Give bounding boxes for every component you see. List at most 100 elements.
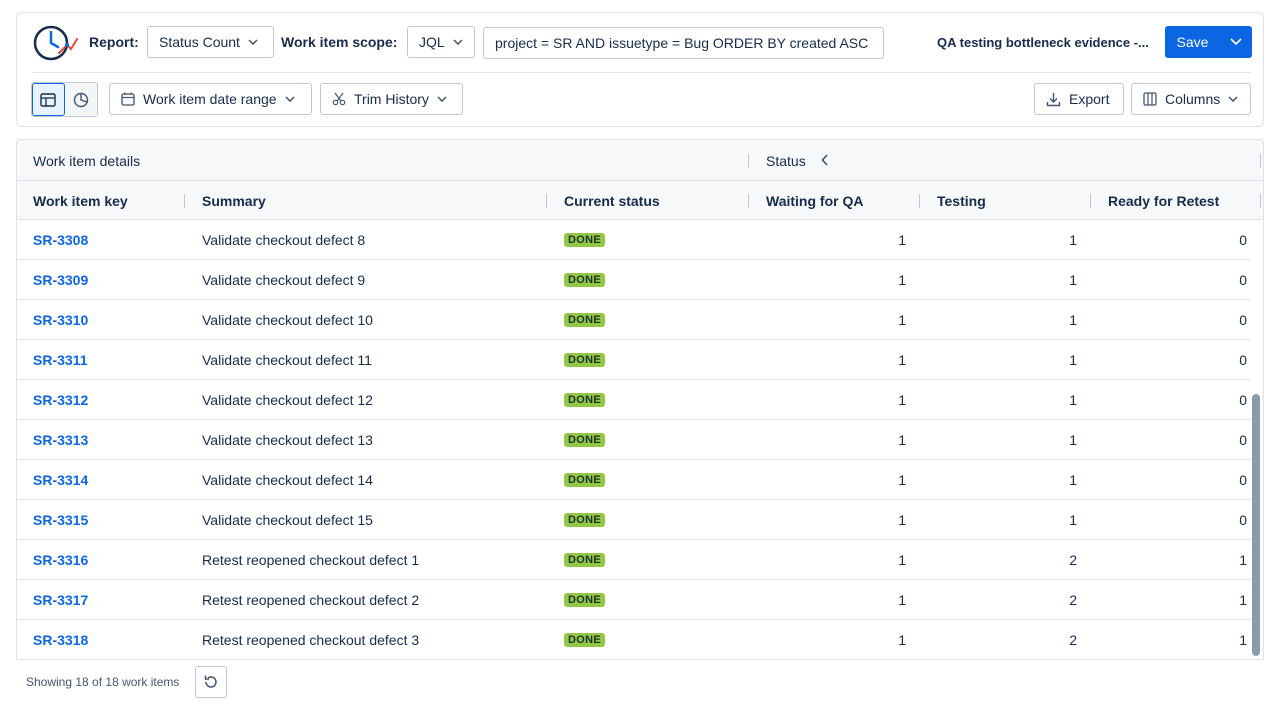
work-item-key-link[interactable]: SR-3316 <box>33 540 88 579</box>
save-options-button[interactable] <box>1220 26 1252 58</box>
ready-for-retest-cell: 0 <box>1239 351 1247 368</box>
table-row[interactable]: SR-3313 Validate checkout defect 13 DONE 1 1… <box>17 420 1263 460</box>
work-item-key-link[interactable]: SR-3317 <box>33 580 88 619</box>
waiting-for-qa-cell: 1 <box>898 471 906 488</box>
refresh-icon <box>204 675 217 688</box>
ready-for-retest-cell: 0 <box>1239 271 1247 288</box>
chart-view-button[interactable] <box>65 83 97 116</box>
summary-cell: Validate checkout defect 13 <box>202 431 373 448</box>
columns-label: Columns <box>1165 91 1221 107</box>
table-view-button[interactable] <box>32 83 65 116</box>
current-status-cell: DONE <box>564 340 605 379</box>
table-row[interactable]: SR-3312 Validate checkout defect 12 DONE 1 1… <box>17 380 1263 420</box>
summary-cell: Validate checkout defect 8 <box>202 231 366 248</box>
summary-cell: Validate checkout defect 10 <box>202 311 373 328</box>
current-status-cell: DONE <box>564 580 605 619</box>
table-row[interactable]: SR-3318 Retest reopened checkout defect 3… <box>17 620 1263 659</box>
scope-mode-value: JQL <box>419 34 445 50</box>
work-item-count: Showing 18 of 18 work items <box>26 675 180 689</box>
summary-cell: Validate checkout defect 15 <box>202 511 373 528</box>
table-row[interactable]: SR-3316 Retest reopened checkout defect 1… <box>17 540 1263 580</box>
work-item-key-link[interactable]: SR-3314 <box>33 460 88 499</box>
column-header-waiting-for-qa[interactable]: Waiting for QA <box>766 181 863 220</box>
waiting-for-qa-cell: 1 <box>898 311 906 328</box>
column-header-row: Work item key Summary Current status Wai… <box>17 181 1263 220</box>
chevron-down-icon <box>437 96 447 102</box>
scissors-icon <box>332 92 346 106</box>
status-badge: DONE <box>564 232 605 247</box>
status-badge: DONE <box>564 592 605 607</box>
waiting-for-qa-cell: 1 <box>898 591 906 608</box>
work-item-key-link[interactable]: SR-3308 <box>33 220 88 259</box>
chevron-down-icon <box>1228 96 1238 102</box>
column-header-key[interactable]: Work item key <box>33 181 128 220</box>
ready-for-retest-cell: 1 <box>1239 551 1247 568</box>
status-badge: DONE <box>564 432 605 447</box>
column-header-testing[interactable]: Testing <box>937 181 986 220</box>
column-separator[interactable] <box>184 194 185 208</box>
testing-cell: 1 <box>1069 311 1077 328</box>
work-item-key-link[interactable]: SR-3312 <box>33 380 88 419</box>
column-separator[interactable] <box>546 194 547 208</box>
save-button-label[interactable]: Save <box>1165 34 1220 50</box>
column-separator[interactable] <box>1260 194 1261 208</box>
summary-cell: Retest reopened checkout defect 1 <box>202 551 420 568</box>
report-name[interactable]: QA testing bottleneck evidence -... <box>937 35 1159 50</box>
columns-icon <box>1143 92 1157 106</box>
table-row[interactable]: SR-3309 Validate checkout defect 9 DONE 1 1 0 <box>17 260 1263 300</box>
refresh-button[interactable] <box>195 666 227 698</box>
current-status-cell: DONE <box>564 220 605 259</box>
table-row[interactable]: SR-3317 Retest reopened checkout defect 2… <box>17 580 1263 620</box>
testing-cell: 2 <box>1069 551 1077 568</box>
group-header-status: Status <box>766 152 806 169</box>
save-button[interactable]: Save <box>1165 26 1252 58</box>
chevron-down-icon <box>248 39 258 45</box>
scope-mode-dropdown[interactable]: JQL <box>407 26 475 58</box>
ready-for-retest-cell: 0 <box>1239 471 1247 488</box>
testing-cell: 1 <box>1069 231 1077 248</box>
column-separator[interactable] <box>1090 194 1091 208</box>
chevron-left-icon[interactable] <box>821 154 829 166</box>
current-status-cell: DONE <box>564 500 605 539</box>
summary-cell: Validate checkout defect 11 <box>202 351 372 368</box>
table-row[interactable]: SR-3315 Validate checkout defect 15 DONE 1 1… <box>17 500 1263 540</box>
report-type-value: Status Count <box>159 34 240 50</box>
table-row[interactable]: SR-3311 Validate checkout defect 11 DONE 1 1… <box>17 340 1263 380</box>
ready-for-retest-cell: 0 <box>1239 431 1247 448</box>
scrollbar-thumb[interactable] <box>1252 394 1260 656</box>
table-row[interactable]: SR-3314 Validate checkout defect 14 DONE 1 1… <box>17 460 1263 500</box>
waiting-for-qa-cell: 1 <box>898 511 906 528</box>
column-header-ready-for-retest[interactable]: Ready for Retest <box>1108 181 1219 220</box>
testing-cell: 1 <box>1069 391 1077 408</box>
time-in-status-logo-icon <box>33 25 78 61</box>
work-item-key-link[interactable]: SR-3313 <box>33 420 88 459</box>
columns-button[interactable]: Columns <box>1131 83 1251 115</box>
work-item-key-link[interactable]: SR-3311 <box>33 340 87 379</box>
status-badge: DONE <box>564 352 605 367</box>
work-item-key-link[interactable]: SR-3310 <box>33 300 88 339</box>
waiting-for-qa-cell: 1 <box>898 431 906 448</box>
testing-cell: 2 <box>1069 591 1077 608</box>
work-item-key-link[interactable]: SR-3318 <box>33 620 88 659</box>
export-button[interactable]: Export <box>1034 83 1124 115</box>
table-row[interactable]: SR-3310 Validate checkout defect 10 DONE 1 1… <box>17 300 1263 340</box>
jql-query-input[interactable]: project = SR AND issuetype = Bug ORDER B… <box>483 27 884 59</box>
table-row[interactable]: SR-3308 Validate checkout defect 8 DONE 1 1 0 <box>17 220 1263 260</box>
trim-history-button[interactable]: Trim History <box>320 83 463 115</box>
testing-cell: 2 <box>1069 631 1077 648</box>
column-separator[interactable] <box>748 194 749 208</box>
column-header-current-status[interactable]: Current status <box>564 181 660 220</box>
date-range-button[interactable]: Work item date range <box>109 83 312 115</box>
testing-cell: 1 <box>1069 471 1077 488</box>
status-badge: DONE <box>564 392 605 407</box>
column-header-summary[interactable]: Summary <box>202 181 266 220</box>
work-item-key-link[interactable]: SR-3309 <box>33 260 88 299</box>
ready-for-retest-cell: 0 <box>1239 311 1247 328</box>
column-separator[interactable] <box>919 194 920 208</box>
testing-cell: 1 <box>1069 271 1077 288</box>
report-type-dropdown[interactable]: Status Count <box>147 26 274 58</box>
calendar-icon <box>121 92 135 106</box>
chevron-down-icon <box>1230 38 1242 46</box>
report-label: Report: <box>89 34 139 50</box>
work-item-key-link[interactable]: SR-3315 <box>33 500 88 539</box>
